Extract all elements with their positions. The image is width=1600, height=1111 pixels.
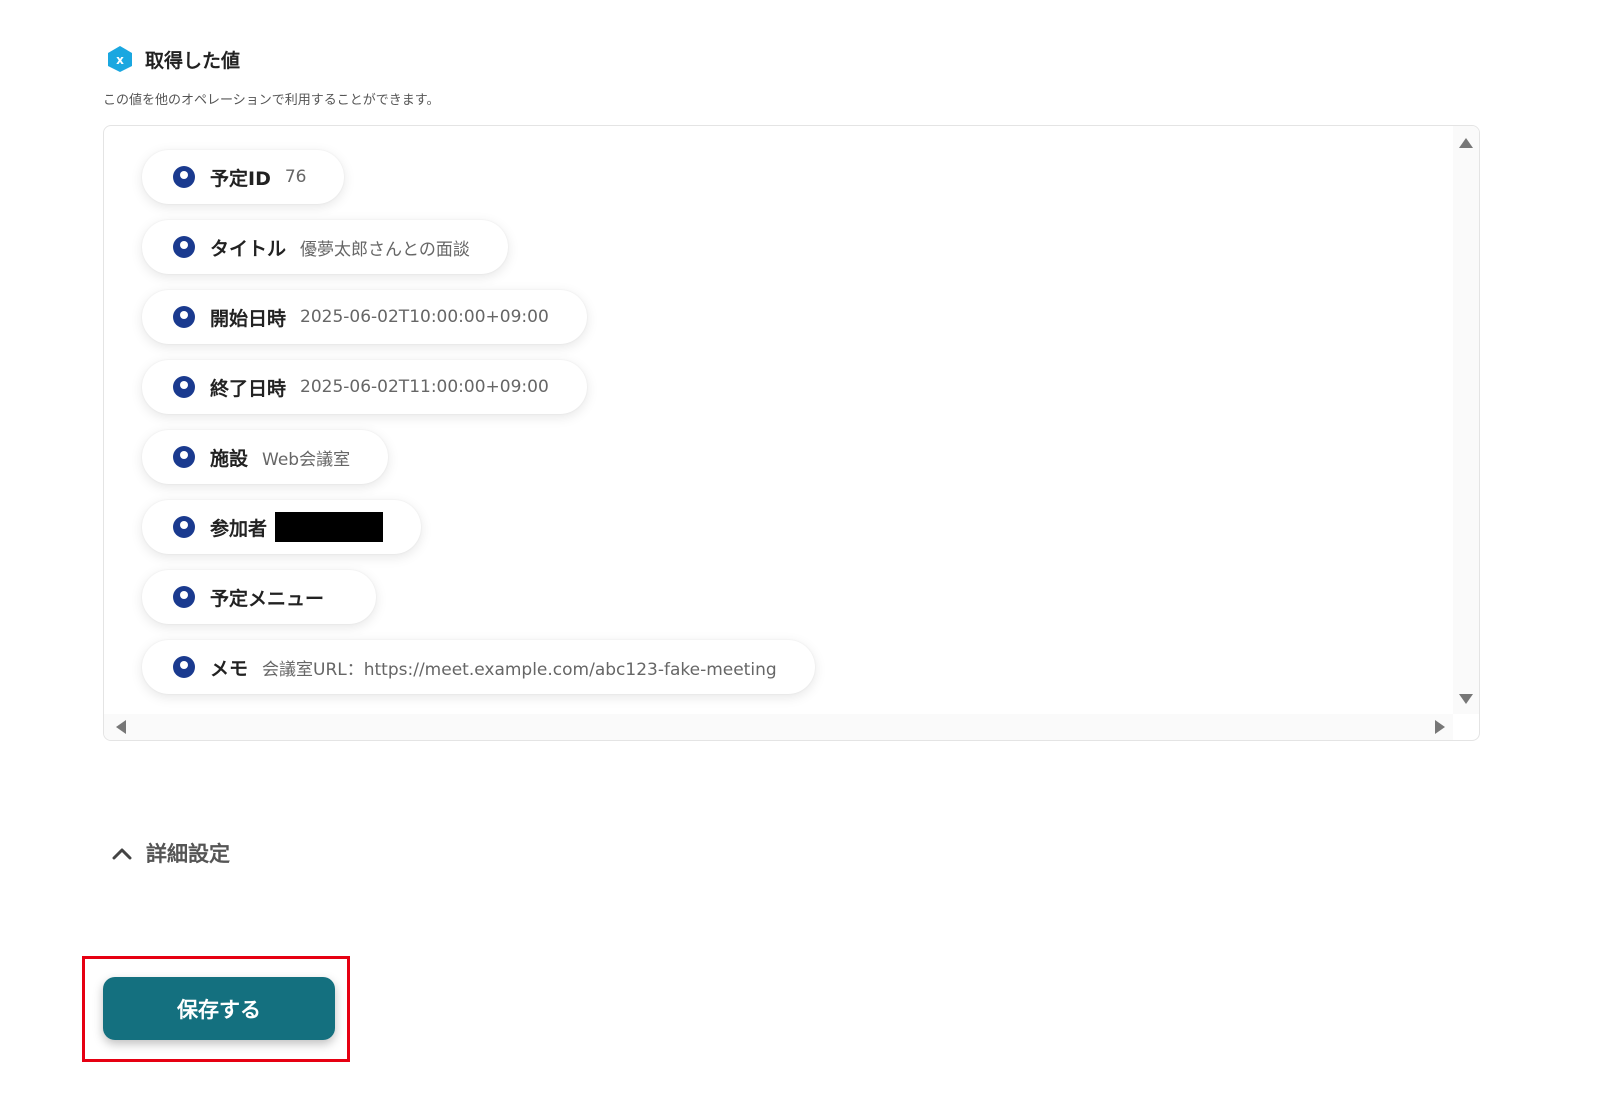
section-header: x 取得した値 [105,44,240,74]
scroll-right-arrow-icon[interactable] [1435,720,1445,734]
value-chip-title[interactable]: タイトル 優夢太郎さんとの面談 [142,220,508,274]
value-chip-event-menu[interactable]: 予定メニュー [142,570,377,624]
value-chip-memo[interactable]: メモ 会議室URL：https://meet.example.com/abc12… [142,640,815,694]
save-button[interactable]: 保存する [103,977,335,1040]
page: x 取得した値 この値を他のオペレーションで利用することができます。 予定ID … [0,0,1600,1111]
vertical-scrollbar[interactable] [1453,126,1479,714]
advanced-settings-label: 詳細設定 [146,842,230,866]
circle-badge-icon [173,306,195,328]
section-title: 取得した値 [145,49,241,72]
value-chip-event-id[interactable]: 予定ID 76 [142,150,345,204]
value-text: 76 [284,167,307,187]
circle-badge-icon [173,656,195,678]
chevron-up-icon [112,848,132,860]
value-label: メモ [210,657,249,680]
value-text: Web会議室 [262,449,351,470]
circle-badge-icon [173,516,195,538]
horizontal-scrollbar[interactable] [104,714,1453,740]
value-label: 予定メニュー [210,587,325,610]
scroll-left-arrow-icon[interactable] [116,720,126,734]
value-chip-list: 予定ID 76 タイトル 優夢太郎さんとの面談 開始日時 2025-06-02T… [142,150,815,710]
scroll-down-arrow-icon[interactable] [1459,694,1473,704]
value-label: 開始日時 [210,307,287,330]
value-text: 2025-06-02T10:00:00+09:00 [300,307,549,327]
value-chip-participants[interactable]: 参加者 [142,500,422,554]
value-label: 予定ID [210,167,271,190]
value-label: 終了日時 [210,377,287,400]
circle-badge-icon [173,446,195,468]
circle-badge-icon [173,166,195,188]
section-logo-icon: x [108,46,132,72]
values-scroll-area: 予定ID 76 タイトル 優夢太郎さんとの面談 開始日時 2025-06-02T… [104,126,1453,714]
value-chip-start-datetime[interactable]: 開始日時 2025-06-02T10:00:00+09:00 [142,290,587,344]
scroll-up-arrow-icon[interactable] [1459,138,1473,148]
value-label: 施設 [210,447,249,470]
value-label: 参加者 [210,517,268,540]
value-chip-facility[interactable]: 施設 Web会議室 [142,430,389,484]
value-text: 会議室URL：https://meet.example.com/abc123-f… [262,659,777,680]
svg-text:x: x [116,53,124,67]
circle-badge-icon [173,236,195,258]
circle-badge-icon [173,586,195,608]
value-chip-end-datetime[interactable]: 終了日時 2025-06-02T11:00:00+09:00 [142,360,587,414]
retrieved-values-panel: 予定ID 76 タイトル 優夢太郎さんとの面談 開始日時 2025-06-02T… [103,125,1480,741]
advanced-settings-toggle[interactable]: 詳細設定 [112,838,230,868]
section-description: この値を他のオペレーションで利用することができます。 [103,93,440,108]
value-text: 優夢太郎さんとの面談 [300,239,470,260]
circle-badge-icon [173,376,195,398]
value-label: タイトル [210,237,287,260]
redacted-value [275,512,384,542]
value-text: 2025-06-02T11:00:00+09:00 [300,377,549,397]
